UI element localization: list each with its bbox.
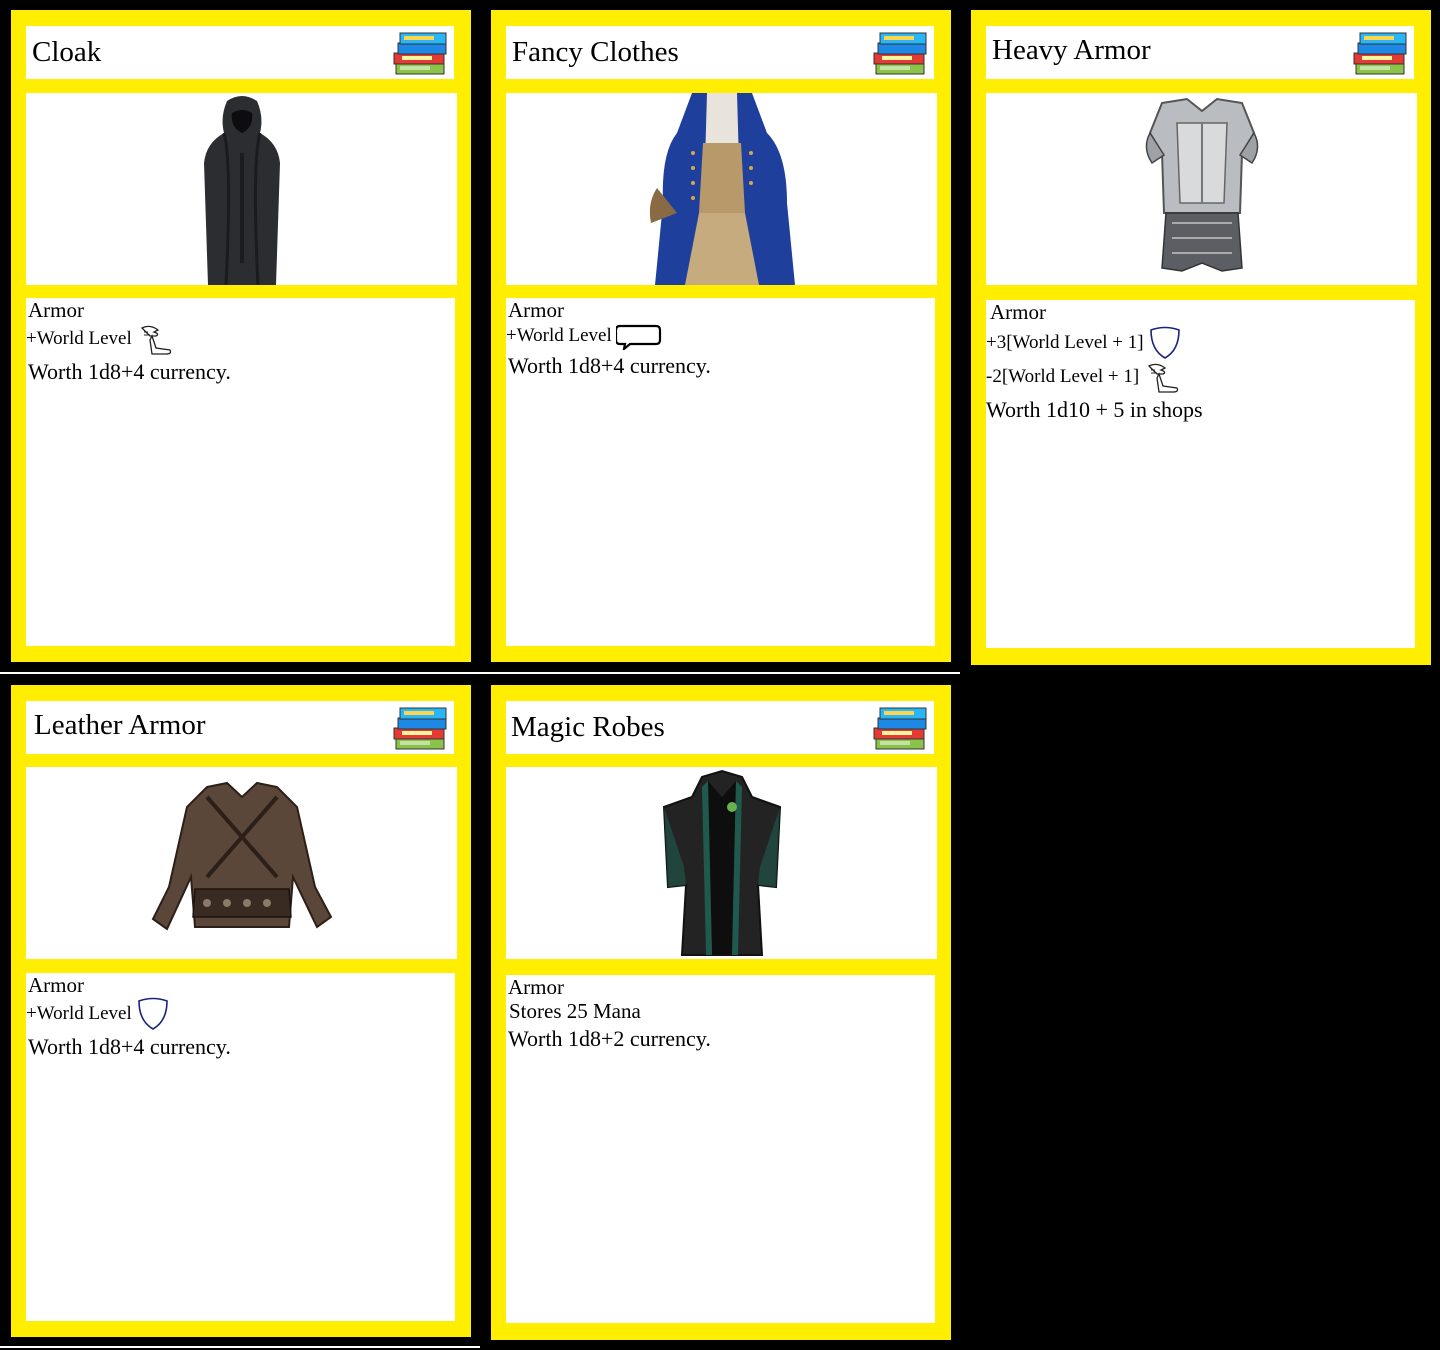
card-type: Armor	[28, 298, 84, 322]
speech-bubble-icon	[615, 324, 661, 350]
card-title-box: Cloak	[26, 26, 454, 79]
card-title: Leather Armor	[34, 709, 206, 741]
card-worth: Worth 1d8+4 currency.	[28, 359, 231, 384]
card-stat-line: Stores 25 Mana	[509, 999, 641, 1023]
card-text-panel: Armor +3[World Level + 1] -2[World Level…	[986, 300, 1415, 648]
book-stack-icon	[393, 707, 447, 750]
shield-icon	[1149, 326, 1180, 359]
card-image-panel	[506, 767, 937, 959]
fancy-clothes-image	[649, 93, 795, 285]
card-stat-line: +World Level	[26, 328, 132, 349]
divider-line	[0, 672, 960, 674]
book-stack-icon	[393, 32, 447, 75]
card-worth: Worth 1d8+4 currency.	[508, 353, 711, 378]
card-stat-line: -2[World Level + 1]	[986, 366, 1140, 387]
book-stack-icon	[873, 32, 927, 75]
item-card-heavy-armor[interactable]: Heavy Armor Armor +3[World Level + 1] -2…	[971, 10, 1431, 665]
shield-icon	[137, 997, 168, 1030]
leather-armor-image	[151, 781, 332, 931]
card-title-box: Leather Armor	[26, 701, 454, 754]
card-worth: Worth 1d8+2 currency.	[508, 1026, 711, 1051]
card-type: Armor	[508, 975, 564, 999]
card-worth: Worth 1d8+4 currency.	[28, 1034, 231, 1059]
card-stat-line: +World Level	[26, 1003, 132, 1024]
card-text-panel: Armor Stores 25 Mana Worth 1d8+2 currenc…	[506, 975, 935, 1323]
cloak-image	[203, 96, 280, 285]
card-text-panel: Armor +World Level Worth 1d8+4 currency.	[26, 973, 455, 1321]
card-image-panel	[986, 93, 1417, 285]
winged-boot-icon	[141, 325, 171, 355]
card-text-panel: Armor +World Level Worth 1d8+4 currency.	[506, 298, 935, 646]
card-stat-line: +World Level	[506, 325, 612, 346]
item-card-leather-armor[interactable]: Leather Armor Armor +World Level Worth 1…	[11, 685, 471, 1337]
item-card-magic-robes[interactable]: Magic Robes Armor Stores 25 Mana Worth 1…	[491, 685, 951, 1340]
card-type: Armor	[508, 298, 564, 322]
card-image-panel	[506, 93, 937, 285]
card-worth: Worth 1d10 + 5 in shops	[986, 397, 1203, 422]
book-stack-icon	[1353, 32, 1407, 75]
card-type: Armor	[990, 300, 1046, 324]
card-image-panel	[26, 93, 457, 285]
book-stack-icon	[873, 707, 927, 750]
card-title-box: Heavy Armor	[986, 26, 1414, 79]
card-title-box: Fancy Clothes	[506, 26, 934, 79]
card-title: Magic Robes	[511, 711, 665, 743]
item-card-cloak[interactable]: Cloak Armor +World Level Worth 1d8+4 cur…	[11, 10, 471, 662]
magic-robes-image	[662, 769, 781, 956]
winged-boot-icon	[1148, 363, 1179, 393]
heavy-armor-image	[1145, 97, 1258, 272]
card-title: Cloak	[32, 36, 102, 68]
divider-line	[0, 1346, 480, 1348]
card-title: Heavy Armor	[992, 34, 1151, 66]
card-image-panel	[26, 767, 457, 959]
card-text-panel: Armor +World Level Worth 1d8+4 currency.	[26, 298, 455, 646]
card-title: Fancy Clothes	[512, 36, 679, 68]
card-stat-line: +3[World Level + 1]	[986, 332, 1144, 353]
card-title-box: Magic Robes	[506, 701, 934, 754]
item-card-fancy-clothes[interactable]: Fancy Clothes Armor +World Level Worth 1…	[491, 10, 951, 662]
card-type: Armor	[28, 973, 84, 997]
